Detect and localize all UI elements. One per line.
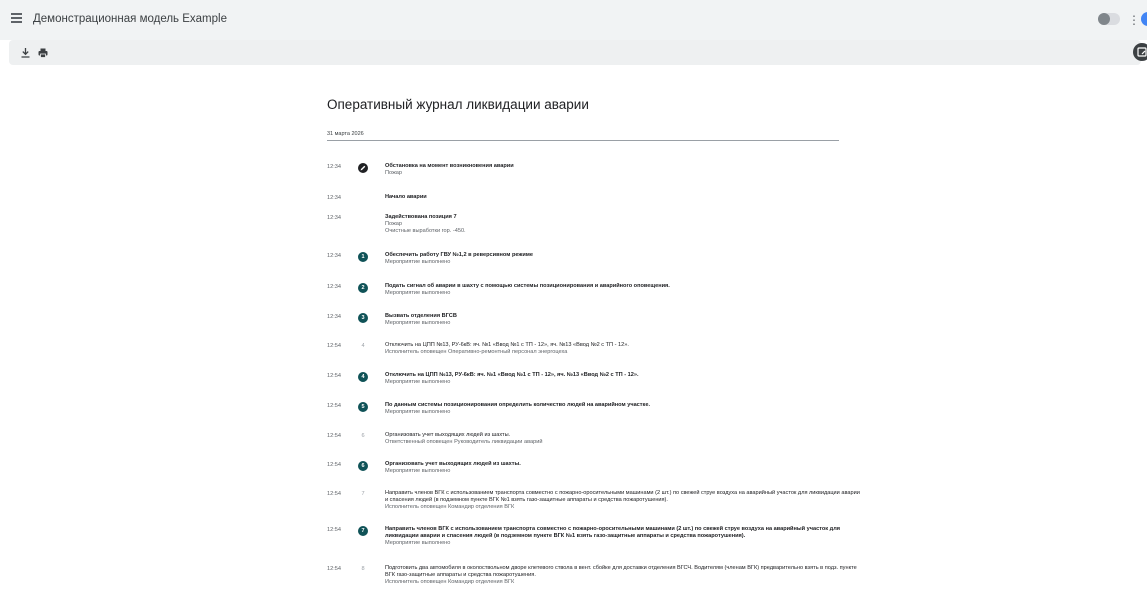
entry-detail: Пожар [385, 221, 403, 227]
entry-time: 12:54 [327, 566, 341, 572]
journal-entries: 12:34 Обстановка на момент возникновения … [0, 0, 1147, 603]
entry-detail: Исполнитель оповещен Оперативно-ремонтны… [385, 349, 568, 355]
entry-title: Организовать учет выходящих людей из шах… [385, 432, 511, 438]
entry-number-badge: 5 [358, 402, 368, 412]
edit-icon [358, 163, 368, 173]
entry-body: Обстановка на момент возникновения авари… [385, 163, 860, 177]
entry-time: 12:54 [327, 433, 341, 439]
entry-detail: Очистные выработки гор. -450. [385, 228, 466, 234]
entry-number: 8 [361, 566, 365, 572]
entry-body: По данным системы позиционирования опред… [385, 402, 860, 416]
entry-body: Отключить на ЦПП №13, РУ-6кВ: яч. №1 «Вв… [385, 372, 860, 386]
entry-time: 12:34 [327, 215, 341, 221]
entry-time: 12:54 [327, 462, 341, 468]
entry-detail: Мероприятие выполнено [385, 468, 451, 474]
entry-title: Задействована позиция 7 [385, 214, 457, 220]
entry-detail: Исполнитель оповещен Командир отделения … [385, 579, 515, 585]
entry-title: Направить членов ВГК с использованием тр… [385, 490, 860, 503]
entry-number-badge: 1 [358, 252, 368, 262]
entry-detail: Мероприятие выполнено [385, 320, 451, 326]
entry-time: 12:54 [327, 527, 341, 533]
entry-body: Подготовить два автомобиля в околостволь… [385, 565, 860, 586]
entry-body: Задействована позиция 7 Пожар Очистные выр… [385, 214, 860, 235]
entry-number: 6 [361, 433, 365, 439]
entry-body: Организовать учет выходящих людей из шах… [385, 461, 860, 475]
entry-body: Направить членов ВГК с использованием тр… [385, 490, 860, 511]
entry-number-badge: 4 [358, 372, 368, 382]
entry-detail: Мероприятие выполнено [385, 290, 451, 296]
entry-title: Вызвать отделения ВГСВ [385, 313, 457, 319]
entry-number-badge: 6 [358, 461, 368, 471]
entry-body: Подать сигнал об аварии в шахту с помощь… [385, 283, 860, 297]
entry-number: 7 [361, 491, 365, 497]
entry-time: 12:34 [327, 314, 341, 320]
entry-title: Начало аварии [385, 194, 427, 200]
entry-number-badge: 3 [358, 313, 368, 323]
entry-body: Начало аварии [385, 194, 860, 201]
entry-body: Отключить на ЦПП №13, РУ-6кВ: яч. №1 «Вв… [385, 342, 860, 356]
entry-body: Вызвать отделения ВГСВ Мероприятие выполн… [385, 313, 860, 327]
entry-number-badge: 2 [358, 283, 368, 293]
entry-time: 12:34 [327, 195, 341, 201]
entry-detail: Мероприятие выполнено [385, 540, 451, 546]
entry-title: Обеспечить работу ГВУ №1,2 в реверсивном… [385, 252, 534, 258]
entry-title: Отключить на ЦПП №13, РУ-6кВ: яч. №1 «Вв… [385, 342, 629, 348]
entry-detail: Исполнитель оповещен Командир отделения … [385, 504, 515, 510]
entry-title: Направить членов ВГК с использованием тр… [385, 526, 841, 539]
entry-time: 12:54 [327, 343, 341, 349]
entry-title: Подготовить два автомобиля в околостволь… [385, 565, 857, 578]
entry-title: По данным системы позиционирования опред… [385, 402, 650, 408]
entry-detail: Мероприятие выполнено [385, 379, 451, 385]
entry-time: 12:34 [327, 164, 341, 170]
entry-title: Организовать учет выходящих людей из шах… [385, 461, 521, 467]
entry-number: 4 [361, 343, 365, 349]
entry-time: 12:34 [327, 253, 341, 259]
entry-time: 12:34 [327, 284, 341, 290]
entry-detail: Пожар [385, 170, 403, 176]
entry-time: 12:54 [327, 373, 341, 379]
entry-detail: Ответственный оповещен Руководитель ликв… [385, 439, 543, 445]
entry-number-badge: 7 [358, 526, 368, 536]
entry-title: Подать сигнал об аварии в шахту с помощь… [385, 283, 670, 289]
entry-detail: Мероприятие выполнено [385, 409, 451, 415]
entry-body: Направить членов ВГК с использованием тр… [385, 526, 860, 547]
entry-title: Отключить на ЦПП №13, РУ-6кВ: яч. №1 «Вв… [385, 372, 639, 378]
entry-title: Обстановка на момент возникновения авари… [385, 163, 514, 169]
entry-time: 12:54 [327, 403, 341, 409]
entry-body: Организовать учет выходящих людей из шах… [385, 432, 860, 446]
entry-body: Обеспечить работу ГВУ №1,2 в реверсивном… [385, 252, 860, 266]
entry-time: 12:54 [327, 491, 341, 497]
entry-detail: Мероприятие выполнено [385, 259, 451, 265]
